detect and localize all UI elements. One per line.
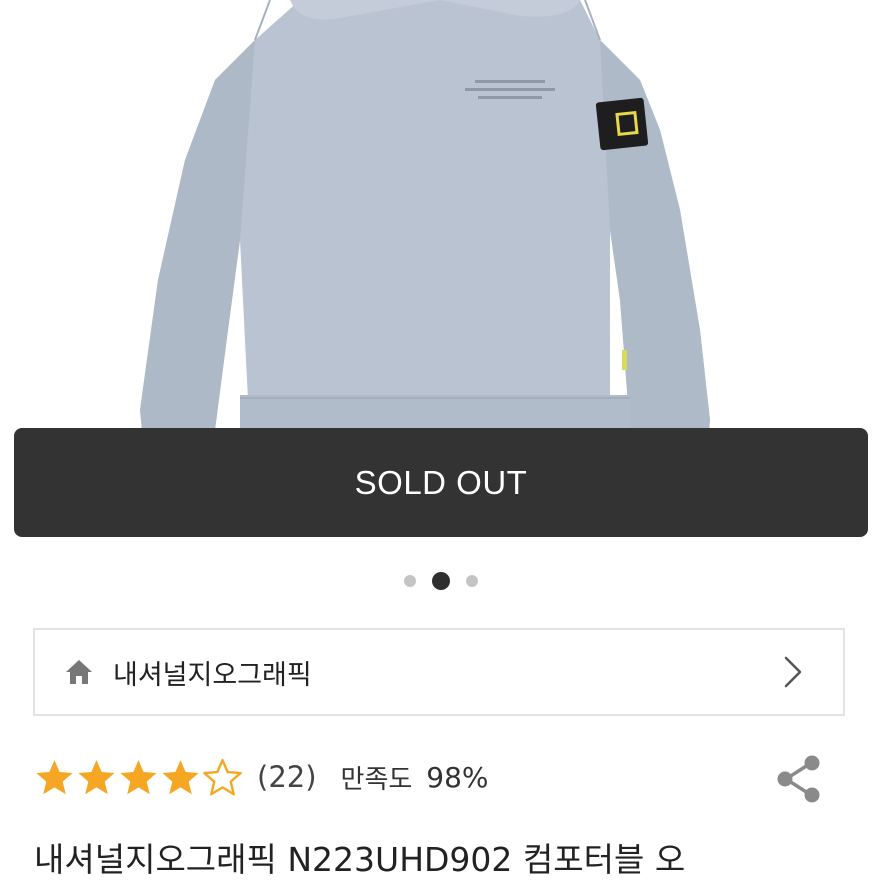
sold-out-label: SOLD OUT [354,463,528,501]
brand-name: 내셔널지오그래픽 [113,659,312,691]
review-count[interactable]: (22) [257,760,317,794]
share-button[interactable] [772,752,826,806]
star-empty-icon [203,758,242,795]
rating-summary[interactable]: (22) 만족도 98% [34,752,489,802]
star-full-icon [78,759,115,794]
sold-out-banner: SOLD OUT [14,428,868,537]
share-icon [777,755,820,803]
home-icon [65,658,95,686]
product-page: SOLD OUT 내셔널지오그래픽 (22) 만족도 98% 내셔널지오그래픽 … [0,0,882,882]
star-full-icon [120,759,157,794]
pager-dot-active[interactable] [432,572,450,590]
satisfaction-label: 만족도 [340,764,413,795]
image-pager [0,571,882,591]
product-image[interactable]: SOLD OUT [0,0,882,560]
satisfaction-value: 98% [426,760,489,794]
pager-dot[interactable] [466,575,478,587]
product-title: 내셔널지오그래픽 N223UHD902 컴포터블 오 [34,840,686,879]
pager-dot[interactable] [404,575,416,587]
star-full-icon [162,759,199,794]
chevron-right-icon [781,655,805,689]
star-rating [34,757,243,798]
brand-shop-link[interactable]: 내셔널지오그래픽 [33,628,845,716]
star-full-icon [36,759,73,794]
